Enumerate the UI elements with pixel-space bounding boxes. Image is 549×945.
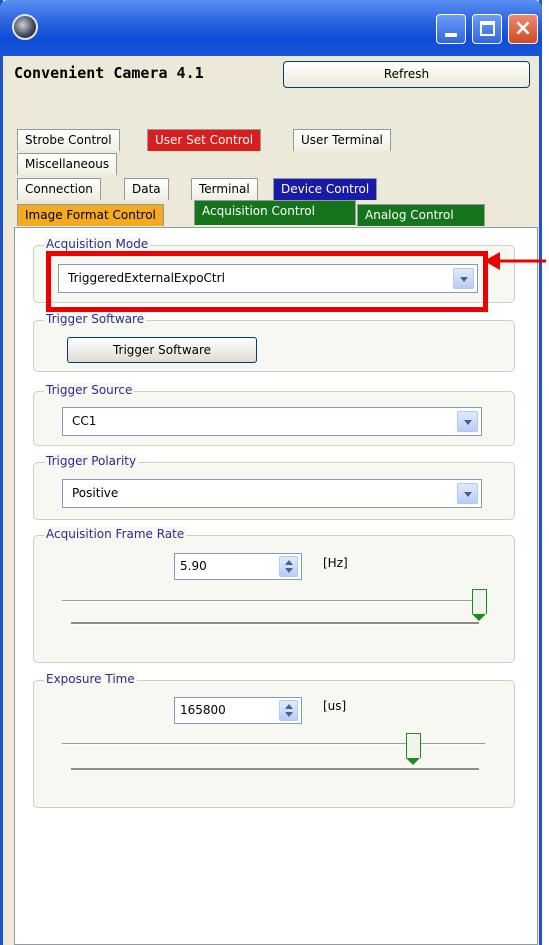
exposure-time-input[interactable]: 165800 [174, 697, 302, 724]
tab-user-set-control[interactable]: User Set Control [147, 129, 262, 151]
frame-rate-slider-track [62, 600, 485, 602]
exposure-time-value: 165800 [180, 703, 226, 717]
trigger-source-select[interactable]: CC1 [62, 407, 482, 436]
pointer-arrow-icon [484, 252, 546, 270]
close-icon: × [513, 16, 533, 41]
maximize-icon [480, 21, 495, 36]
minimize-button[interactable] [436, 14, 466, 44]
frame-rate-value: 5.90 [180, 559, 207, 573]
title-bar[interactable]: × [0, 0, 542, 56]
frame-rate-unit: [Hz] [323, 556, 348, 570]
acquisition-mode-label: Acquisition Mode [44, 237, 151, 251]
tab-terminal[interactable]: Terminal [191, 178, 258, 200]
trigger-polarity-select[interactable]: Positive [62, 479, 482, 508]
camera-app-icon [12, 14, 38, 40]
frame-rate-label: Acquisition Frame Rate [44, 527, 187, 541]
chevron-down-icon[interactable] [457, 483, 478, 504]
tab-strobe-control[interactable]: Strobe Control [17, 129, 120, 151]
exposure-slider-channel [71, 768, 479, 771]
tab-miscellaneous[interactable]: Miscellaneous [17, 153, 118, 175]
tab-image-format-control[interactable]: Image Format Control [17, 204, 164, 226]
trigger-software-button[interactable]: Trigger Software [67, 337, 257, 363]
exposure-slider-track [62, 743, 485, 745]
frame-rate-slider-channel [71, 622, 479, 625]
spinner-icon[interactable] [279, 700, 298, 721]
chevron-down-icon[interactable] [457, 411, 478, 432]
frame-rate-slider-thumb[interactable] [472, 589, 487, 621]
tab-acquisition-control[interactable]: Acquisition Control [194, 200, 356, 225]
maximize-button[interactable] [472, 14, 502, 44]
tab-data[interactable]: Data [124, 178, 169, 200]
spinner-icon[interactable] [279, 556, 298, 577]
exposure-time-label: Exposure Time [44, 672, 137, 686]
highlight-annotation-box [46, 251, 488, 312]
trigger-polarity-label: Trigger Polarity [44, 454, 139, 468]
trigger-software-label: Trigger Software [44, 312, 147, 326]
app-title: Convenient Camera 4.1 [14, 64, 204, 82]
tab-user-terminal[interactable]: User Terminal [293, 129, 391, 151]
frame-rate-input[interactable]: 5.90 [174, 553, 302, 580]
tab-connection[interactable]: Connection [17, 178, 101, 200]
refresh-button[interactable]: Refresh [283, 61, 530, 88]
minimize-icon [445, 33, 457, 37]
trigger-source-label: Trigger Source [44, 383, 135, 397]
tab-device-control[interactable]: Device Control [273, 178, 378, 200]
exposure-time-unit: [us] [323, 699, 347, 713]
close-button[interactable]: × [508, 14, 538, 44]
tab-analog-control[interactable]: Analog Control [357, 204, 485, 226]
trigger-polarity-value: Positive [72, 486, 119, 500]
trigger-source-value: CC1 [72, 414, 97, 428]
exposure-slider-thumb[interactable] [406, 733, 421, 765]
